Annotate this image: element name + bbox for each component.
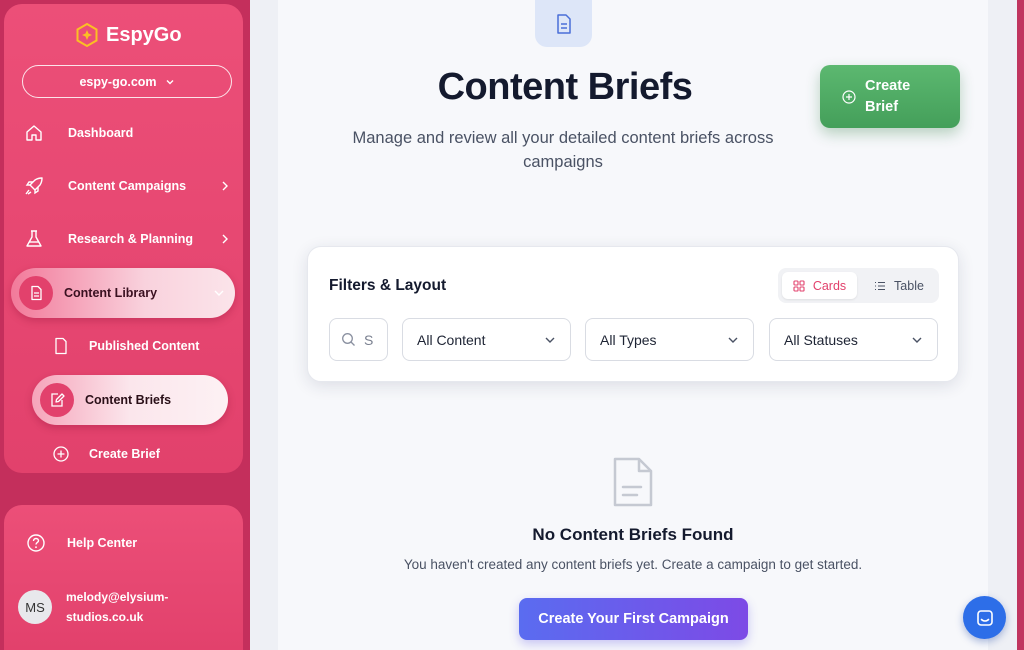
chevron-down-icon	[728, 337, 738, 343]
sidebar-item-label: Dashboard	[68, 126, 134, 140]
content-filter-select[interactable]: All Content	[402, 318, 571, 361]
list-icon	[875, 281, 886, 290]
avatar: MS	[18, 590, 52, 624]
home-icon	[22, 121, 46, 145]
document-icon	[19, 276, 53, 310]
document-icon	[556, 13, 571, 34]
plus-circle-icon	[842, 89, 856, 104]
chat-icon	[976, 609, 993, 626]
search-input[interactable]: S	[329, 318, 388, 361]
empty-document-icon	[613, 457, 653, 507]
flask-icon	[22, 227, 46, 251]
grid-icon	[793, 279, 805, 292]
search-value: S	[364, 331, 374, 348]
sidebar-item-label: Content Campaigns	[68, 179, 187, 193]
filters-card: Filters & Layout Cards Table S All Conte…	[307, 246, 959, 382]
sidebar-item-content-library[interactable]: Content Library	[11, 268, 235, 318]
page-subtitle: Manage and review all your detailed cont…	[352, 129, 774, 171]
right-edge	[1017, 0, 1024, 650]
empty-state-message: You haven't created any content briefs y…	[403, 557, 863, 572]
page-title: Content Briefs	[437, 66, 693, 108]
page-icon	[535, 0, 592, 47]
view-toggle: Cards Table	[778, 268, 939, 303]
filters-title: Filters & Layout	[329, 277, 447, 294]
status-filter-value: All Statuses	[784, 331, 858, 348]
app-logo[interactable]: EspyGo	[74, 22, 182, 48]
plus-circle-icon	[51, 444, 71, 464]
empty-state-title: No Content Briefs Found	[532, 525, 734, 544]
rocket-icon	[22, 174, 46, 198]
type-filter-value: All Types	[600, 331, 657, 348]
view-cards-label: Cards	[812, 278, 847, 293]
sidebar-subitem-label: Content Briefs	[85, 393, 172, 407]
view-cards-button[interactable]: Cards	[782, 272, 857, 299]
chevron-down-icon	[912, 337, 922, 343]
file-icon	[51, 336, 71, 356]
sidebar-subitem-published-content[interactable]: Published Content	[51, 336, 199, 356]
sidebar-subitem-label: Published Content	[89, 339, 200, 353]
view-table-button[interactable]: Table	[864, 272, 934, 299]
user-profile[interactable]: MS melody@elysium-studios.co.uk	[18, 587, 196, 627]
sidebar-subitem-create-brief[interactable]: Create Brief	[51, 444, 160, 464]
sidebar-subitem-content-briefs[interactable]: Content Briefs	[32, 375, 228, 425]
sidebar-panel: EspyGo espy-go.com Dashboard Content Cam…	[4, 4, 243, 473]
search-icon	[342, 333, 355, 346]
view-table-label: Table	[894, 278, 924, 293]
chevron-down-icon	[214, 290, 224, 296]
sidebar-item-label: Research & Planning	[68, 232, 194, 246]
help-center-label: Help Center	[67, 536, 138, 550]
help-icon	[27, 534, 45, 552]
sidebar-footer: Help Center MS melody@elysium-studios.co…	[4, 505, 243, 650]
help-center-link[interactable]: Help Center	[26, 533, 137, 553]
sidebar-item-label: Content Library	[64, 286, 158, 300]
content-filter-value: All Content	[417, 331, 486, 348]
create-brief-button[interactable]: Create Brief	[820, 65, 960, 128]
site-name: espy-go.com	[79, 74, 157, 89]
user-email: melody@elysium-studios.co.uk	[66, 590, 169, 624]
site-selector[interactable]: espy-go.com	[22, 65, 232, 98]
app-name: EspyGo	[106, 23, 182, 46]
chevron-right-icon	[222, 181, 228, 191]
logo-icon	[76, 22, 98, 48]
sidebar-item-content-campaigns[interactable]: Content Campaigns	[22, 168, 237, 204]
sidebar-item-dashboard[interactable]: Dashboard	[22, 115, 237, 151]
edit-icon	[40, 383, 74, 417]
status-filter-select[interactable]: All Statuses	[769, 318, 938, 361]
chevron-down-icon	[166, 79, 174, 84]
chevron-down-icon	[545, 337, 555, 343]
sidebar-subitem-label: Create Brief	[89, 447, 160, 461]
chevron-right-icon	[222, 234, 228, 244]
type-filter-select[interactable]: All Types	[585, 318, 754, 361]
create-brief-label: Create Brief	[865, 77, 911, 115]
sidebar-item-research-planning[interactable]: Research & Planning	[22, 221, 237, 257]
sidebar: EspyGo espy-go.com Dashboard Content Cam…	[0, 0, 250, 650]
chat-widget-button[interactable]	[963, 596, 1006, 639]
create-first-campaign-button[interactable]: Create Your First Campaign	[519, 598, 748, 640]
